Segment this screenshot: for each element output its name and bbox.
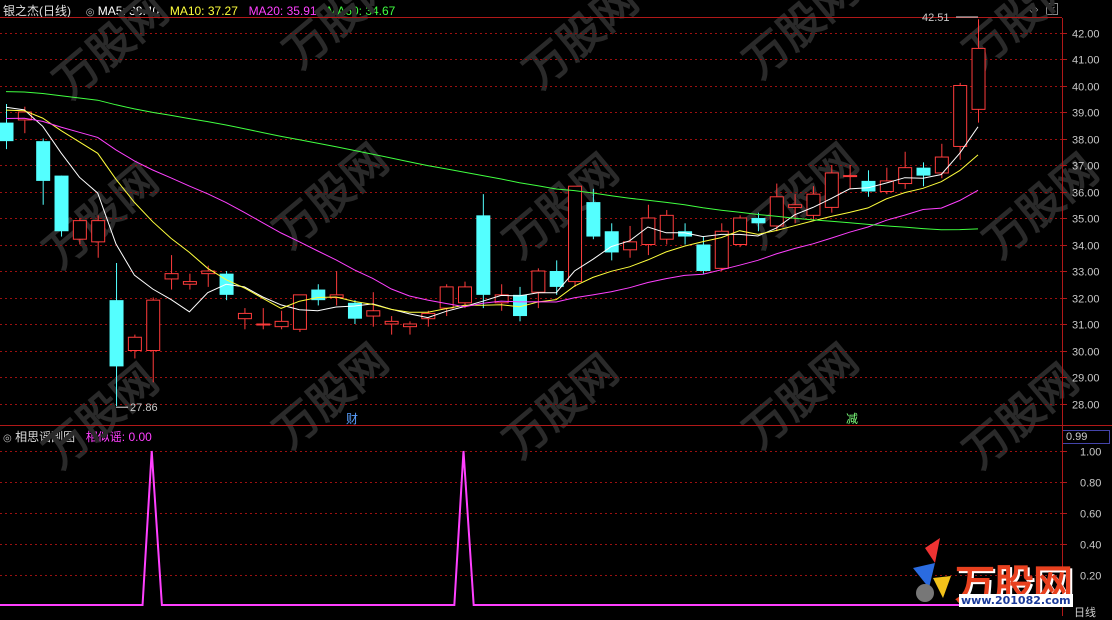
candle-body [714,230,729,269]
kline-chart[interactable]: 万股网 万股网 万股网 万股网 万股网万股网 万股网 万股网 万股网 万股网万股网 万股网 万股网万… [0,0,1112,616]
y-tick-label: 28.00 [1072,400,1100,412]
candle-body [127,336,142,351]
candle-body [531,270,546,293]
watermark-text: 万股网 [954,355,1088,479]
bull-logo-icon [913,538,951,602]
candle-body [402,323,417,328]
watermark-text: 万股网 [264,335,398,459]
logo-url: www.201082.com [959,594,1073,607]
candle-body [237,312,252,320]
watermark-text: 万股网 [494,345,628,469]
y-tick-label: 36.00 [1072,188,1100,200]
candle-body [182,281,197,285]
candle-body [476,215,491,295]
site-logo: 万股网 www.201082.com [905,538,1105,614]
watermark-text: 万股网 [514,0,648,98]
low-annotation-label: 27.86 [130,402,158,414]
candle-body [274,320,289,328]
watermark-text: 万股网 [44,0,178,108]
y-tick-label: 35.00 [1072,214,1100,226]
y-tick-label: 40.00 [1072,82,1100,94]
candle-body [659,214,674,240]
candle-body [641,217,656,245]
indicator-y-tick-label: 0.60 [1080,509,1101,521]
candle-body [0,122,14,142]
y-tick-label: 33.00 [1072,267,1100,279]
candle-body [146,299,161,351]
watermark-text: 万股网 [274,0,408,78]
watermark-text: 万股网 [734,335,868,459]
y-tick-label: 32.00 [1072,294,1100,306]
candle-body [91,220,106,243]
candle-body [256,323,271,326]
y-tick-label: 29.00 [1072,373,1100,385]
y-tick-label: 34.00 [1072,241,1100,253]
candle-body [751,218,766,224]
y-tick-label: 39.00 [1072,108,1100,120]
watermark-text: 万股网 [734,0,868,88]
y-tick-label: 38.00 [1072,135,1100,147]
similarity-line [0,450,1062,606]
candle-body [109,300,124,367]
candle-body [164,273,179,280]
y-tick-label: 42.00 [1072,29,1100,41]
watermark-text: 万股网 [734,135,868,259]
y-tick-label: 37.00 [1072,161,1100,173]
candle-body [971,47,986,110]
y-tick-label: 30.00 [1072,347,1100,359]
indicator-y-tick-label: 0.80 [1080,478,1101,490]
y-tick-label: 31.00 [1072,320,1100,332]
candle-body [843,175,858,178]
candle-body [769,196,784,227]
high-annotation-label: 42.51 [922,12,950,24]
candle-body [549,271,564,287]
watermark-text: 万股网 [34,355,168,479]
candle-body [72,220,87,240]
candle-body [586,202,601,237]
y-tick-label: 41.00 [1072,55,1100,67]
candle-body [623,241,638,251]
candle-body [824,172,839,208]
candle-body [696,244,711,271]
period-label[interactable]: 日线 [1074,604,1096,620]
candle-body [934,156,949,174]
candle-body [898,167,913,185]
indicator-y-tick-label: 1.00 [1080,447,1101,459]
candle-body [458,286,472,304]
candle-body [788,204,803,208]
watermark-text: 万股网 [264,135,398,259]
candle-body [54,175,69,232]
candle-body [366,310,381,317]
candle-body [439,286,454,309]
candle-body [36,141,51,181]
candle-body [384,320,399,325]
candle-body [916,167,931,176]
candle-body [953,85,968,147]
